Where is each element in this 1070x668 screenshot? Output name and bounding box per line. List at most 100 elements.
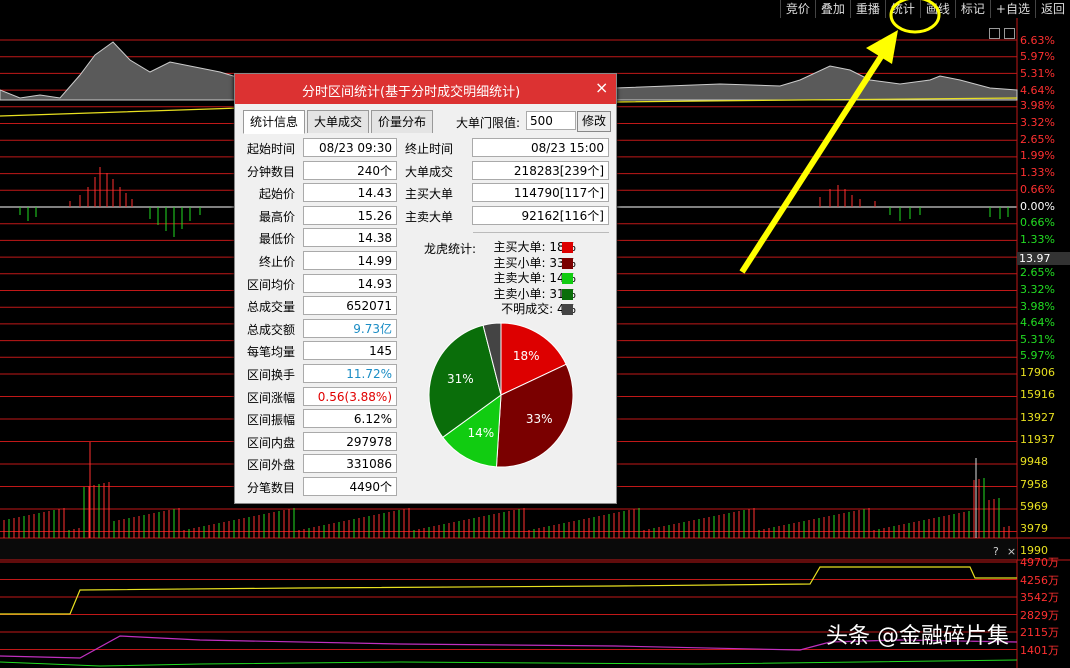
dialog-titlebar[interactable]: 分时区间统计(基于分时成交明细统计) × (235, 74, 616, 104)
price-axis-label: 1.33% (1020, 166, 1055, 179)
stat-value: 08/23 15:00 (472, 138, 609, 157)
back-button[interactable]: 返回 (1034, 0, 1070, 18)
pie-slice-label: 18% (512, 349, 540, 364)
close-icon[interactable]: × (1007, 545, 1016, 558)
dialog-close-icon[interactable]: × (595, 78, 608, 97)
modify-button[interactable]: 修改 (577, 111, 611, 132)
price-axis-label: 5.31% (1020, 67, 1055, 80)
stat-value: 145 (303, 341, 397, 361)
stat-label: 区间均价 (246, 277, 295, 292)
restore-icon[interactable] (1004, 28, 1015, 39)
stat-label: 区间内盘 (246, 435, 295, 450)
legend-swatch (562, 257, 573, 269)
stat-label: 分钟数目 (246, 164, 295, 179)
price-axis-label: 1.99% (1020, 149, 1055, 162)
volume-axis-label: 11937 (1020, 432, 1055, 446)
stat-value: 08/23 09:30 (303, 138, 397, 157)
bid-price-button[interactable]: 竞价 (779, 0, 815, 18)
volume-axis-label: 13927 (1020, 410, 1055, 424)
pie-chart (428, 322, 574, 468)
price-axis-label: 3.32% (1020, 283, 1055, 296)
current-price-tag: 13.97 (1017, 252, 1070, 265)
interval-stats-dialog: 分时区间统计(基于分时成交明细统计) × 统计信息 大单成交 价量分布 大单门限… (234, 73, 617, 504)
legend-swatch (562, 288, 573, 300)
tab-stats-info[interactable]: 统计信息 (243, 110, 306, 134)
stat-label: 起始价 (258, 187, 295, 202)
divider (473, 232, 609, 233)
stat-label: 终止时间 (405, 142, 454, 156)
stat-value: 114790[117个] (472, 183, 609, 203)
stat-value: 0.56(3.88%) (303, 386, 397, 406)
indicator-axis-label: 4256万 (1020, 573, 1059, 587)
indicator-axis-label: 1401万 (1020, 643, 1059, 657)
stat-label: 总成交量 (246, 300, 295, 315)
stats-button[interactable]: 统计 (884, 0, 920, 18)
volume-axis-label: 3979 (1020, 522, 1048, 536)
stat-label: 最高价 (258, 209, 295, 224)
indicator-axis-label: 2115万 (1020, 626, 1059, 639)
expand-icon[interactable] (989, 28, 1000, 39)
stat-value: 4490个 (303, 477, 397, 496)
stock-chart-screen: 竞价 叠加 重播 统计 画线 标记 +自选 返回 6.63% 5.97% 5.31% 4.64% 3.… (0, 0, 1070, 668)
price-axis-label: 2.65% (1020, 266, 1055, 279)
indicator-line-green (0, 659, 1018, 667)
dialog-title: 分时区间统计(基于分时成交明细统计) (302, 85, 521, 100)
stat-label: 终止价 (258, 255, 295, 269)
price-axis-label: 1.33% (1020, 233, 1055, 246)
stat-value: 331086 (303, 454, 397, 474)
stat-value: 6.12% (303, 409, 397, 429)
volume-axis-label: 5969 (1020, 499, 1048, 513)
volume-axis-label: 17906 (1020, 366, 1055, 379)
price-axis-label: 3.98% (1020, 300, 1055, 313)
price-axis-label: 2.65% (1020, 133, 1055, 146)
threshold-label: 大单门限值: (456, 116, 521, 130)
stat-label: 区间外盘 (246, 458, 295, 473)
volume-axis-label: 15916 (1020, 388, 1055, 402)
chart-toolbar: 竞价 叠加 重播 统计 画线 标记 +自选 返回 (0, 0, 1070, 18)
stat-label: 大单成交 (405, 164, 454, 179)
stat-label: 总成交额 (246, 322, 295, 337)
price-axis-label: 5.31% (1020, 333, 1055, 346)
price-axis-label: 0.66% (1020, 216, 1055, 229)
price-axis-label: 3.98% (1020, 99, 1055, 112)
mark-button[interactable]: 标记 (954, 0, 990, 18)
stat-label: 每笔均量 (246, 345, 295, 360)
help-icon[interactable]: ? (993, 545, 999, 558)
pie-slice-label: 33% (525, 412, 553, 427)
stat-label: 区间涨幅 (246, 390, 295, 405)
tab-large-orders[interactable]: 大单成交 (307, 110, 370, 133)
stat-value: 14.99 (303, 251, 397, 270)
stat-label: 区间换手 (246, 368, 295, 382)
stat-label: 最低价 (258, 232, 295, 247)
draw-line-button[interactable]: 画线 (919, 0, 955, 18)
stat-label: 主卖大单 (405, 209, 454, 224)
stat-label: 区间振幅 (246, 413, 295, 428)
stat-value: 14.93 (303, 273, 397, 293)
replay-button[interactable]: 重播 (849, 0, 885, 18)
stat-value: 14.43 (303, 183, 397, 203)
stat-value: 15.26 (303, 205, 397, 225)
legend-swatch (562, 273, 573, 285)
indicator-axis-label: 3542万 (1020, 591, 1059, 604)
legend-swatch (562, 304, 573, 316)
overlay-button[interactable]: 叠加 (814, 0, 850, 18)
panel-window-controls (985, 24, 1015, 43)
price-axis-label: 4.64% (1020, 84, 1055, 97)
price-axis-label: 3.32% (1020, 116, 1055, 129)
stat-value: 92162[116个] (472, 205, 609, 225)
price-axis-label: 5.97% (1020, 50, 1055, 63)
pie-slice-label: 14% (467, 426, 495, 441)
price-axis-label: 4.64% (1020, 316, 1055, 329)
price-axis-label: 5.97% (1020, 349, 1055, 362)
add-watchlist-button[interactable]: +自选 (989, 0, 1035, 18)
price-axis-label: 0.66% (1020, 183, 1055, 196)
threshold-input[interactable]: 500 (526, 111, 576, 130)
stat-value: 218283[239个] (472, 160, 609, 180)
stat-label: 起始时间 (246, 142, 295, 156)
price-axis-label: 6.63% (1020, 34, 1055, 47)
tab-price-volume[interactable]: 价量分布 (371, 110, 434, 133)
dialog-tabs: 统计信息 大单成交 价量分布 (243, 110, 435, 134)
indicator-header (0, 538, 1017, 560)
stat-value: 652071 (303, 296, 397, 316)
stat-value: 11.72% (303, 364, 397, 383)
